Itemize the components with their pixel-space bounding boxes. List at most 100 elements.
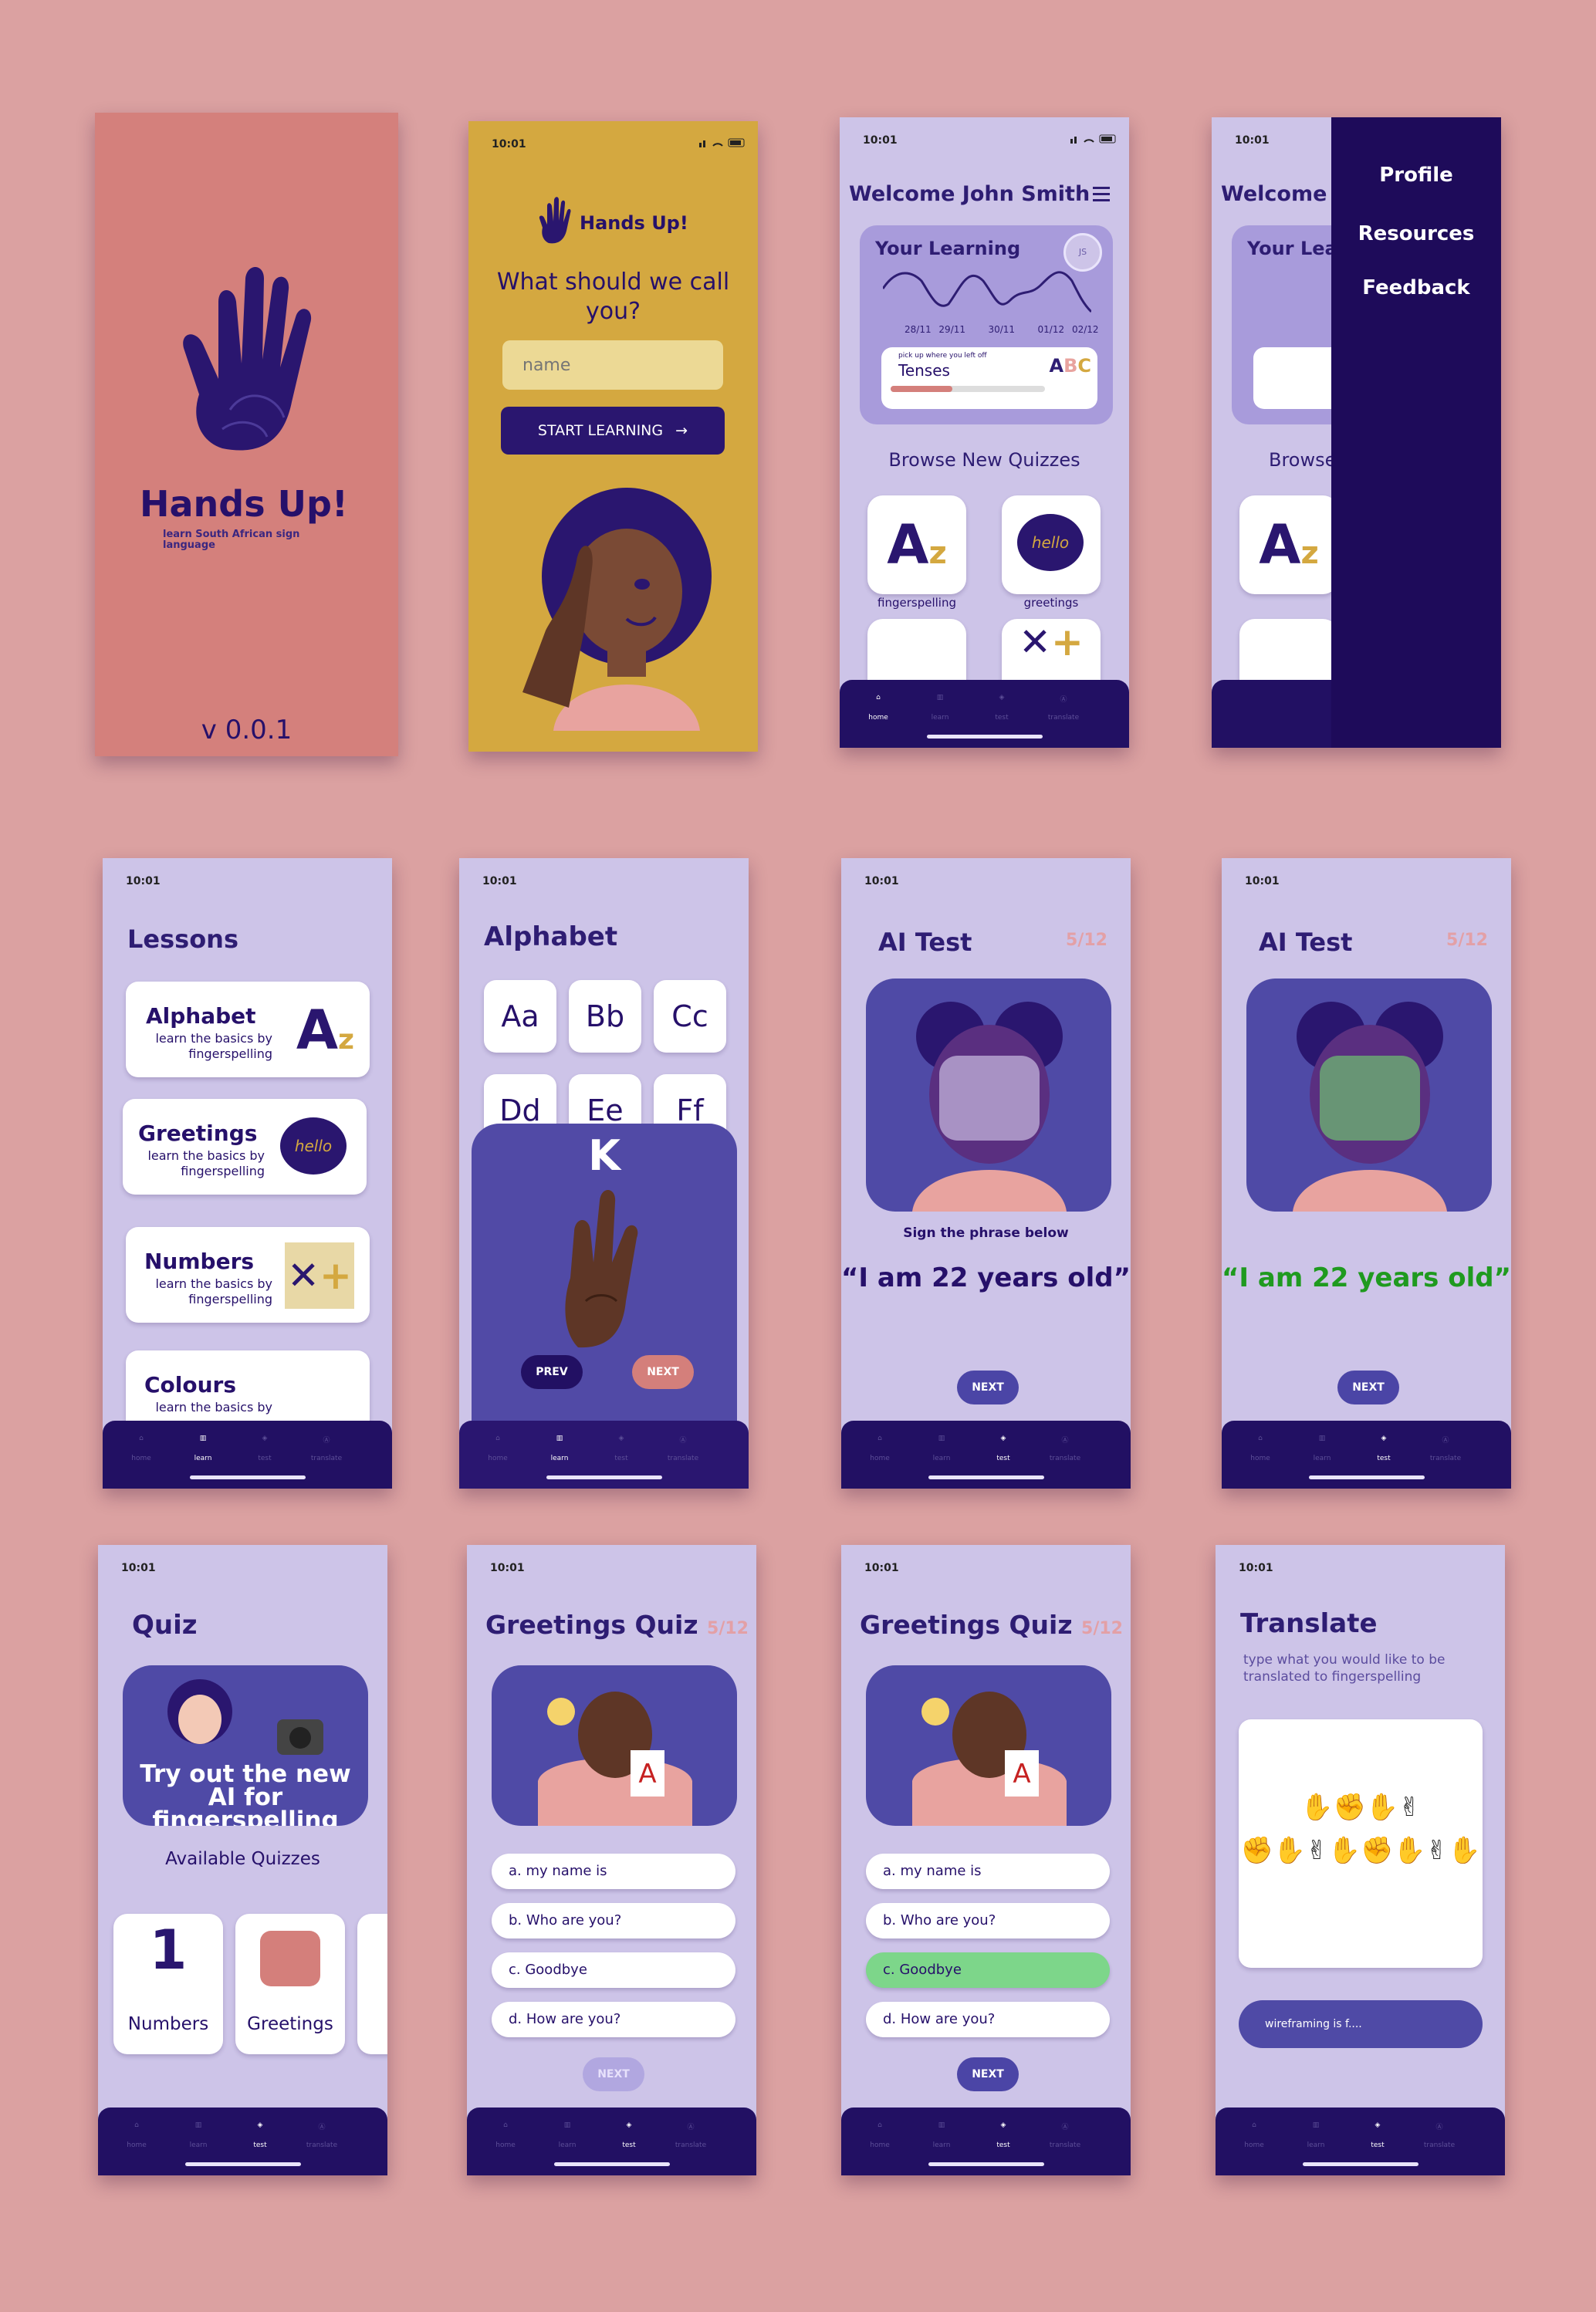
nav-learn[interactable]: ▥ learn xyxy=(536,1435,583,1462)
bottom-nav: ⌂ home ▥ learn ◈ test Ⓐtranslate xyxy=(98,2108,387,2175)
nav-test[interactable]: ◈ test xyxy=(598,1435,644,1462)
quiz-card-partial[interactable] xyxy=(357,1914,387,2054)
lesson-card-alphabet[interactable]: Alphabet learn the basics by fingerspell… xyxy=(126,982,370,1077)
nav-learn[interactable]: ▥ learn xyxy=(918,1435,965,1462)
nav-translate[interactable]: Ⓐtranslate xyxy=(303,1435,350,1462)
nav-translate[interactable]: Ⓐtranslate xyxy=(1042,1435,1088,1462)
nav-translate[interactable]: Ⓐtranslate xyxy=(1422,1435,1469,1462)
lesson-card-numbers[interactable]: Numbers learn the basics by fingerspelli… xyxy=(126,1227,370,1323)
svg-text:A: A xyxy=(638,1759,656,1790)
side-menu: Profile Resources Feedback xyxy=(1331,117,1501,748)
answer-option-c-selected[interactable]: c. Goodbye xyxy=(866,1952,1110,1988)
letter-tile-cc[interactable]: Cc xyxy=(654,980,726,1053)
math-symbols-icon: ✕+ xyxy=(285,1242,354,1309)
nav-test[interactable]: ◈ test xyxy=(242,1435,288,1462)
nav-test[interactable]: ◈ test xyxy=(1361,1435,1407,1462)
home-indicator xyxy=(1302,2162,1418,2166)
nav-home[interactable]: ⌂ home xyxy=(1231,2121,1277,2149)
graduation-cap-icon: ◈ xyxy=(1375,2121,1381,2129)
progress-counter: 5/12 xyxy=(1066,931,1107,950)
nav-home[interactable]: ⌂ home xyxy=(113,2121,160,2149)
quiz-card-numbers[interactable]: 1 Numbers xyxy=(113,1914,223,2054)
nav-test[interactable]: ◈ test xyxy=(980,2121,1026,2149)
nav-learn[interactable]: ▥ learn xyxy=(175,2121,221,2149)
quiz-card-fingerspelling[interactable]: Az xyxy=(867,495,966,594)
next-button[interactable]: NEXT xyxy=(957,2057,1019,2091)
menu-item-resources[interactable]: Resources xyxy=(1331,222,1501,245)
lesson-desc: learn the basics by fingerspelling xyxy=(155,1276,272,1306)
camera-preview xyxy=(1246,979,1492,1212)
lesson-card-greetings[interactable]: Greetings learn the basics by fingerspel… xyxy=(123,1099,367,1195)
nav-learn[interactable]: ▥ learn xyxy=(1293,2121,1339,2149)
nav-home[interactable]: ⌂ home xyxy=(118,1435,164,1462)
answer-option-c[interactable]: c. Goodbye xyxy=(492,1952,735,1988)
nav-home[interactable]: ⌂ home xyxy=(475,1435,521,1462)
next-button[interactable]: NEXT xyxy=(957,1371,1019,1404)
letter-tile-bb[interactable]: Bb xyxy=(569,980,641,1053)
status-icons xyxy=(699,138,745,147)
next-button[interactable]: NEXT xyxy=(1337,1371,1399,1404)
graduation-cap-icon: ◈ xyxy=(999,694,1005,701)
translate-icon: Ⓐ xyxy=(1442,1437,1449,1445)
next-button[interactable]: NEXT xyxy=(632,1355,694,1389)
nav-translate[interactable]: Ⓐtranslate xyxy=(660,1435,706,1462)
graduation-cap-icon: ◈ xyxy=(1381,1435,1387,1442)
nav-test[interactable]: ◈ test xyxy=(237,2121,283,2149)
next-button-disabled[interactable]: NEXT xyxy=(583,2057,644,2091)
translate-input[interactable]: wireframing is f.... xyxy=(1239,2000,1483,2048)
ai-banner[interactable]: Try out the new AI for fingerspelling xyxy=(123,1665,368,1826)
answer-option-d[interactable]: d. How are you? xyxy=(492,2002,735,2037)
nav-home[interactable]: ⌂ home xyxy=(482,2121,529,2149)
nav-translate[interactable]: Ⓐtranslate xyxy=(1040,694,1087,722)
answer-option-d[interactable]: d. How are you? xyxy=(866,2002,1110,2037)
nav-home[interactable]: ⌂ home xyxy=(1237,1435,1283,1462)
menu-item-profile[interactable]: Profile xyxy=(1331,164,1501,187)
answer-option-a[interactable]: a. my name is xyxy=(866,1854,1110,1889)
nav-translate[interactable]: Ⓐtranslate xyxy=(1416,2121,1462,2149)
nav-test[interactable]: ◈ test xyxy=(979,694,1025,722)
nav-translate[interactable]: Ⓐtranslate xyxy=(1042,2121,1088,2149)
menu-item-feedback[interactable]: Feedback xyxy=(1331,276,1501,299)
nav-test[interactable]: ◈ test xyxy=(1354,2121,1401,2149)
nav-home[interactable]: ⌂ home xyxy=(855,694,901,722)
name-input[interactable] xyxy=(502,340,723,390)
nav-learn[interactable]: ▥ learn xyxy=(918,2121,965,2149)
nav-home[interactable]: ⌂ home xyxy=(857,2121,903,2149)
quiz-card-greetings[interactable]: Greetings xyxy=(235,1914,345,2054)
nav-translate[interactable]: Ⓐtranslate xyxy=(668,2121,714,2149)
answer-option-b[interactable]: b. Who are you? xyxy=(492,1903,735,1938)
home-icon: ⌂ xyxy=(139,1435,144,1442)
nav-home[interactable]: ⌂ home xyxy=(857,1435,903,1462)
bottom-nav: ⌂ home ▥ learn ◈ test Ⓐtranslate xyxy=(841,2108,1131,2175)
nav-translate[interactable]: Ⓐtranslate xyxy=(299,2121,345,2149)
prev-button[interactable]: PREV xyxy=(521,1355,583,1389)
graduation-cap-icon: ◈ xyxy=(1000,2121,1006,2129)
number-one-icon: 1 xyxy=(149,1918,188,1982)
letter-tile-aa[interactable]: Aa xyxy=(484,980,556,1053)
nav-test[interactable]: ◈ test xyxy=(606,2121,652,2149)
nav-learn[interactable]: ▥ learn xyxy=(1299,1435,1345,1462)
sign-k-hand-icon xyxy=(565,1189,638,1348)
home-icon: ⌂ xyxy=(877,1435,882,1442)
lesson-title: Colours xyxy=(144,1372,237,1398)
a-to-z-icon: Az xyxy=(296,999,354,1062)
alphabet-title: Alphabet xyxy=(484,921,618,952)
answer-option-b[interactable]: b. Who are you? xyxy=(866,1903,1110,1938)
start-learning-button[interactable]: START LEARNING → xyxy=(501,407,725,455)
translate-title: Translate xyxy=(1240,1608,1378,1639)
progress-counter: 5/12 xyxy=(707,1619,749,1638)
hamburger-menu-icon[interactable] xyxy=(1093,187,1110,201)
nav-test[interactable]: ◈ test xyxy=(980,1435,1026,1462)
nav-learn[interactable]: ▥ learn xyxy=(180,1435,226,1462)
app-title: Hands Up! xyxy=(140,483,348,525)
nav-learn[interactable]: ▥ learn xyxy=(917,694,963,722)
answer-option-a[interactable]: a. my name is xyxy=(492,1854,735,1889)
resume-progress xyxy=(891,386,1045,392)
home-indicator xyxy=(928,2162,1044,2166)
quiz-card-greetings[interactable]: hello xyxy=(1002,495,1101,594)
a-to-z-icon: Az xyxy=(1259,513,1319,576)
learning-card[interactable]: Your Learning JS 28/11 29/11 30/11 01/12… xyxy=(860,225,1113,424)
resume-card[interactable]: pick up where you left off Tenses ABC xyxy=(881,347,1097,409)
nav-learn[interactable]: ▥ learn xyxy=(544,2121,590,2149)
name-question: What should we call you? xyxy=(496,269,730,325)
